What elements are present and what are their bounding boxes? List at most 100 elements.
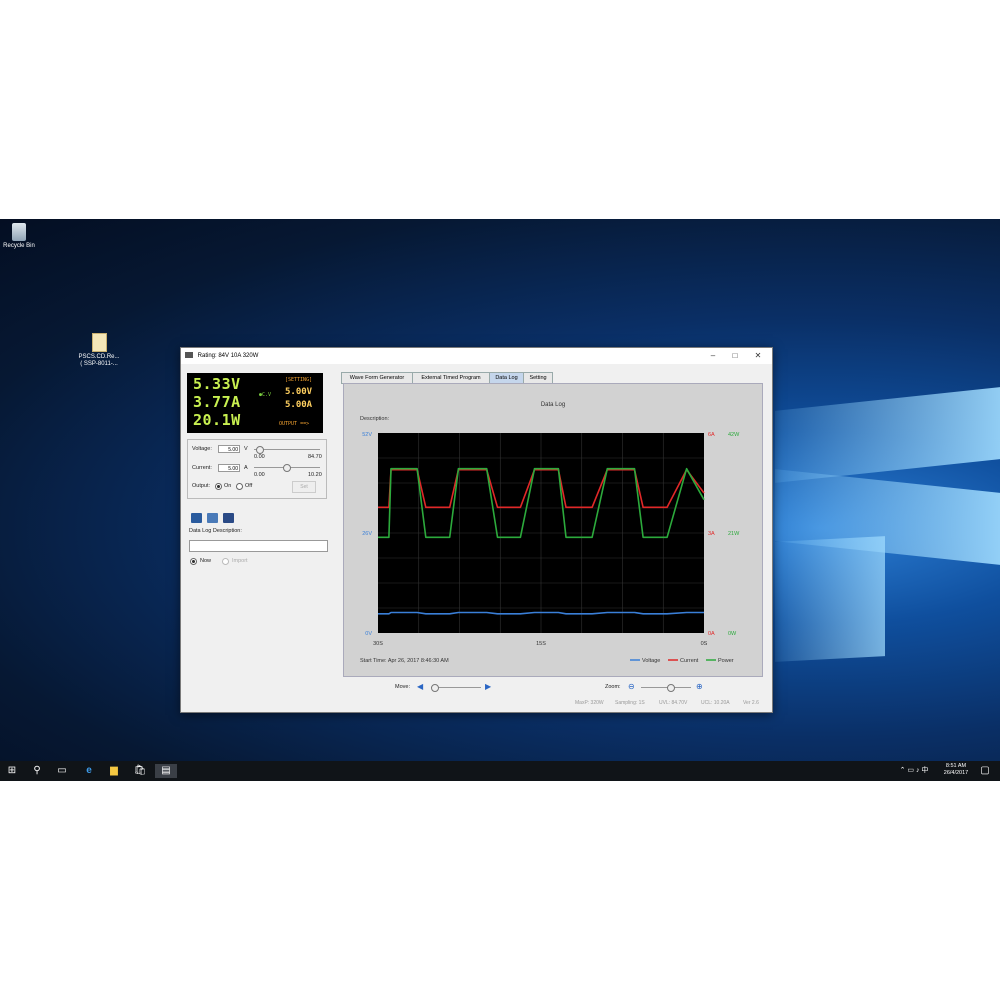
voltage-unit: V — [244, 446, 248, 452]
zoom-label: Zoom: — [605, 684, 621, 690]
save-icon[interactable] — [191, 513, 202, 523]
wallpaper-beam — [775, 387, 1000, 483]
current-input[interactable]: 5.00 — [218, 464, 240, 472]
legend-label-voltage: Voltage — [642, 658, 660, 664]
desktop-file[interactable]: PSCS.CD.Re... ( SSP-8011-... — [76, 333, 122, 368]
legend-label-power: Power — [718, 658, 734, 664]
recycle-bin[interactable]: Recycle Bin — [0, 223, 38, 250]
now-radio[interactable] — [190, 558, 197, 565]
current-unit: A — [244, 465, 248, 471]
legend-label-current: Current — [680, 658, 699, 664]
zoom-slider[interactable] — [641, 687, 691, 688]
file-label-line2: ( SSP-8011-... — [80, 361, 118, 367]
search-icon[interactable]: ⚲ — [30, 764, 44, 778]
move-slider-knob[interactable] — [431, 684, 439, 692]
output-label: OUTPUT ==> — [279, 421, 310, 427]
import-label: Import — [232, 558, 248, 564]
output-on-label: On — [224, 483, 232, 489]
now-label: Now — [200, 558, 212, 564]
current-label: Current: — [192, 465, 212, 471]
app-window: Rating: 84V 10A 320W – □ ✕ 5.33V 3.77A 2… — [180, 347, 773, 713]
recycle-bin-label: Recycle Bin — [3, 243, 35, 249]
data-log-description-input[interactable] — [189, 540, 328, 552]
y-tick-label-current: 6A — [708, 432, 715, 438]
status-maxp: MaxP: 320W — [575, 700, 604, 706]
output-off-label: Off — [245, 483, 253, 489]
output-off-radio[interactable] — [236, 483, 243, 490]
document-icon — [91, 333, 107, 352]
move-label: Move: — [395, 684, 410, 690]
voltage-slider-knob[interactable] — [256, 446, 264, 454]
voltage-label: Voltage: — [192, 446, 212, 452]
status-ucl: UCL: 10.20A — [701, 700, 730, 706]
open-icon[interactable] — [207, 513, 218, 523]
notification-icon[interactable]: ▢ — [978, 764, 992, 778]
export-icon[interactable] — [223, 513, 234, 523]
file-explorer-icon[interactable]: ▆ — [107, 764, 121, 778]
set-button[interactable]: Set — [292, 481, 316, 493]
voltage-max: 84.70 — [308, 454, 322, 460]
current-min: 0.00 — [254, 472, 265, 478]
y-tick-label-power: 0W — [728, 631, 737, 637]
system-tray-icons[interactable]: ⌃ ▭ ♪ 中 — [890, 764, 938, 778]
zoom-in-icon[interactable]: ⊕ — [696, 682, 703, 691]
y-tick-label-voltage: 0V — [365, 631, 372, 637]
minimize-button[interactable]: – — [702, 348, 724, 364]
task-view-icon[interactable]: ▭ — [55, 764, 69, 778]
title-bar: Rating: 84V 10A 320W – □ ✕ — [181, 348, 772, 364]
status-bar: MaxP: 320W Sampling: 1S UVL: 84.70V UCL:… — [181, 700, 772, 712]
y-tick-label-power: 42W — [728, 432, 740, 438]
app-icon — [185, 352, 193, 359]
zoom-out-icon[interactable]: ⊖ — [628, 682, 635, 691]
status-sampling: Sampling: 1S — [615, 700, 645, 706]
wallpaper-beam — [775, 536, 885, 662]
settings-group: Voltage: 5.00 V 0.00 84.70 Current: 5.00… — [187, 439, 327, 499]
y-tick-label-voltage: 52V — [362, 432, 372, 438]
zoom-slider-knob[interactable] — [667, 684, 675, 692]
output-mode-label: Output: — [192, 483, 211, 489]
move-right-icon[interactable]: ▶ — [485, 682, 491, 691]
file-label-line1: PSCS.CD.Re... — [78, 354, 120, 360]
current-slider-knob[interactable] — [283, 464, 291, 472]
setting-label: [SETTING] — [285, 377, 313, 383]
control-panel: 5.33V 3.77A 20.1W ●C.V [SETTING] 5.00 V 5… — [187, 373, 329, 565]
taskbar: ⊞ ⚲ ▭ e ▆ 🛍 ▤ ⌃ ▭ ♪ 中 8:51 AM 26/4/2017 … — [0, 761, 1000, 781]
clock-time: 8:51 AM — [945, 763, 967, 769]
description-label: Description: — [360, 416, 390, 422]
readout-voltage: 5.33V — [193, 375, 241, 393]
voltage-min: 0.00 — [254, 454, 265, 460]
x-tick-label: 15S — [536, 641, 546, 647]
chart-title: Data Log — [541, 402, 565, 408]
store-icon[interactable]: 🛍 — [133, 764, 147, 778]
voltage-input[interactable]: 5.00 — [218, 445, 240, 453]
maximize-button[interactable]: □ — [724, 348, 746, 364]
status-uvl: UVL: 84.70V — [659, 700, 688, 706]
current-max: 10.20 — [308, 472, 322, 478]
edge-icon[interactable]: e — [82, 764, 96, 778]
chart-legend: Voltage Current Power — [630, 658, 734, 664]
mode-indicator: ●C.V — [259, 392, 272, 398]
import-radio[interactable] — [222, 558, 229, 565]
y-tick-label-power: 21W — [728, 531, 740, 537]
x-tick-label: 30S — [373, 641, 383, 647]
move-left-icon[interactable]: ◀ — [417, 682, 423, 691]
status-version: Ver 2.6 — [743, 700, 759, 706]
clock-date: 26/4/2017 — [943, 770, 969, 776]
data-log-description-label: Data Log Description: — [189, 528, 242, 534]
readout-power: 20.1W — [193, 411, 241, 429]
readout-current: 3.77A — [193, 393, 241, 411]
x-tick-label: 0S — [701, 641, 708, 647]
clock[interactable]: 8:51 AM 26/4/2017 — [940, 763, 972, 777]
app-taskbar-icon[interactable]: ▤ — [155, 764, 177, 778]
close-button[interactable]: ✕ — [747, 348, 769, 364]
recycle-bin-icon — [12, 223, 26, 241]
start-time-label: Start Time: Apr 26, 2017 8:46:30 AM — [360, 658, 449, 664]
y-tick-label-current: 0A — [708, 631, 715, 637]
y-tick-label-current: 3A — [708, 531, 715, 537]
data-log-panel: Data Log Description: 52V 26V 0V 6A 3A 0A 42W 2… — [343, 383, 763, 677]
readout-display: 5.33V 3.77A 20.1W ●C.V [SETTING] 5.00V 5… — [187, 373, 323, 433]
output-on-radio[interactable] — [215, 483, 222, 490]
data-log-chart: Data Log Description: 52V 26V 0V 6A 3A 0A 42W 2… — [360, 402, 740, 664]
set-current: 5.00A — [285, 400, 313, 410]
start-icon[interactable]: ⊞ — [5, 764, 19, 778]
